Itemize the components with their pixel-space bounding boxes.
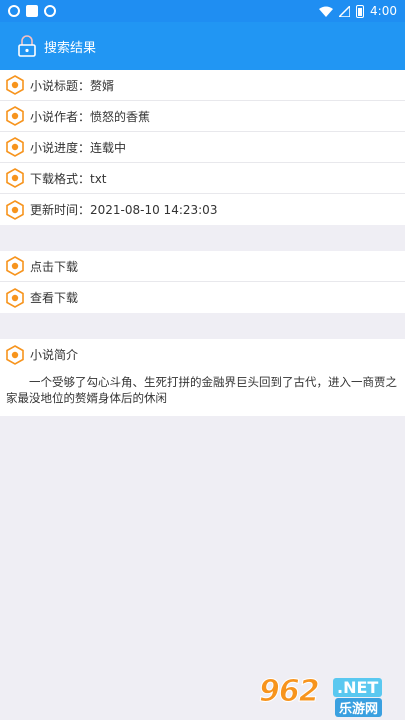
status-bar-notifications [8, 5, 56, 17]
hexagon-bullet-icon [5, 137, 25, 157]
section-divider [0, 313, 405, 339]
detail-row-updated: 更新时间：2021-08-10 14:23:03 [0, 194, 405, 225]
signal-icon [339, 5, 351, 17]
download-format: 下载格式：txt [30, 171, 107, 186]
hexagon-bullet-icon [5, 168, 25, 188]
hexagon-bullet-icon [5, 256, 25, 276]
notification-icon [8, 5, 20, 17]
battery-icon [356, 4, 365, 18]
detail-row-format: 下载格式：txt [0, 163, 405, 194]
app-bar: 搜索结果 [0, 22, 405, 70]
notification-square-icon [26, 5, 38, 17]
view-downloads-button[interactable]: 查看下载 [0, 282, 405, 313]
hexagon-bullet-icon [5, 199, 25, 220]
novel-intro: 小说简介 一个受够了勾心斗角、生死打拼的金融界巨头回到了古代，进入一商贾之家最没… [0, 339, 405, 416]
download-actions: 点击下载 查看下载 [0, 251, 405, 313]
novel-title: 小说标题：赘婿 [30, 78, 115, 93]
update-time: 更新时间：2021-08-10 14:23:03 [30, 203, 218, 217]
novel-author: 小说作者：愤怒的香蕉 [30, 109, 151, 124]
hexagon-bullet-icon [5, 106, 25, 126]
detail-row-author: 小说作者：愤怒的香蕉 [0, 101, 405, 132]
page-title: 搜索结果 [44, 40, 97, 56]
status-bar: 4:00 [0, 0, 405, 22]
intro-heading-row: 小说简介 [0, 339, 405, 370]
download-button-label: 点击下载 [30, 259, 79, 274]
site-watermark-logo: 962 .NET 乐游网 [259, 674, 399, 717]
sync-icon [44, 5, 56, 17]
status-bar-system: 4:00 [319, 4, 397, 18]
watermark-site: 乐游网 [335, 698, 383, 717]
hexagon-bullet-icon [5, 287, 25, 308]
intro-heading: 小说简介 [30, 348, 79, 362]
section-divider [0, 225, 405, 251]
hexagon-bullet-icon [5, 75, 25, 95]
wifi-icon [319, 6, 334, 17]
intro-text: 一个受够了勾心斗角、生死打拼的金融界巨头回到了古代，进入一商贾之家最没地位的赘婿… [6, 375, 397, 405]
detail-row-progress: 小说进度：连载中 [0, 132, 405, 163]
hexagon-bullet-icon [5, 344, 25, 365]
view-downloads-label: 查看下载 [30, 291, 79, 305]
lock-icon [18, 35, 36, 57]
novel-details: 小说标题：赘婿 小说作者：愤怒的香蕉 小说进度：连载中 下载格式：txt 更新时… [0, 70, 405, 225]
watermark-suffix: .NET [333, 678, 383, 697]
novel-progress: 小说进度：连载中 [30, 140, 127, 155]
watermark-number: 962 [259, 674, 321, 710]
download-button[interactable]: 点击下载 [0, 251, 405, 282]
status-time: 4:00 [370, 4, 397, 18]
detail-row-title: 小说标题：赘婿 [0, 70, 405, 101]
